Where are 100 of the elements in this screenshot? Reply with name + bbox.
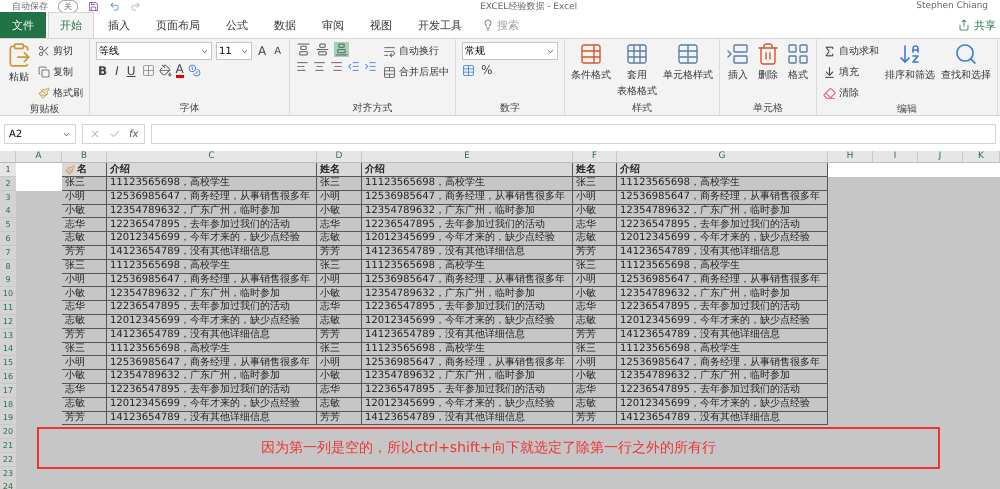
row-header[interactable]: 1 [0, 163, 16, 177]
style-button[interactable]: 套用 表格格式 [617, 42, 658, 98]
grid-icon [786, 42, 810, 66]
cell-text: 张三 [65, 260, 85, 272]
row-header[interactable]: 17 [0, 384, 16, 398]
vertical-align-button[interactable] [296, 42, 312, 57]
ribbon-tab[interactable]: 数据 [262, 12, 308, 38]
copy-button[interactable]: 复制 [38, 63, 83, 81]
cell-text: 14123654789，没有其他详细信息 [110, 246, 270, 258]
font-size-dropdown[interactable]: 11 [216, 42, 252, 60]
user-name: Stephen Chiang [916, 1, 988, 11]
name-box[interactable]: A2 [4, 124, 76, 144]
format-painter-button[interactable]: 格式刷 [38, 84, 83, 102]
row-header[interactable]: 7 [0, 246, 16, 260]
cell-text: 芳芳 [576, 412, 596, 424]
column-header[interactable]: H [828, 151, 873, 163]
ribbon-tab[interactable]: 公式 [214, 12, 260, 38]
cell-text: 小敏 [65, 288, 85, 300]
row-header[interactable]: 14 [0, 342, 16, 356]
cut-button[interactable]: 剪切 [38, 42, 83, 60]
cell-text: 志华 [576, 384, 596, 396]
editing-button[interactable]: 查找和选择 [941, 42, 992, 82]
row-header[interactable]: 16 [0, 370, 16, 384]
cell-text: 12536985647，商务经理，从事销售很多年 [620, 356, 820, 369]
formula-input[interactable] [151, 124, 996, 144]
row-header[interactable]: 11 [0, 300, 16, 315]
row-header[interactable]: 3 [0, 190, 16, 205]
paste-button[interactable]: 粘贴 [6, 42, 32, 84]
percent-button[interactable]: % [479, 63, 494, 77]
row-header[interactable]: 12 [0, 314, 16, 329]
column-header[interactable]: C [107, 151, 317, 163]
column-header[interactable]: J [918, 151, 963, 163]
cells-button[interactable]: 插入 [726, 42, 750, 82]
number-format-dropdown[interactable]: 常规 [462, 42, 558, 60]
column-header[interactable]: E [362, 151, 573, 163]
cell-text: 小敏 [65, 370, 85, 382]
ribbon-tab[interactable]: 页面布局 [144, 12, 212, 38]
grow-font-button[interactable]: A [256, 44, 268, 58]
font-name-dropdown[interactable]: 等线 [96, 42, 212, 60]
annotation-box: 因为第一列是空的，所以ctrl+shift+向下就选定了除第一行之外的所有行 [37, 427, 940, 469]
editing-button[interactable]: 自动求和 [823, 42, 880, 60]
row-header[interactable]: 20 [0, 425, 16, 440]
column-header[interactable]: A [16, 151, 62, 163]
ribbon-tab[interactable]: 视图 [358, 12, 404, 38]
row-header[interactable]: 5 [0, 218, 16, 232]
cell-text: 12236547895，去年参加过我们的活动 [110, 218, 290, 231]
shrink-font-button[interactable]: A [272, 46, 284, 56]
ribbon-tab[interactable]: 插入 [96, 12, 142, 38]
row-header[interactable]: 13 [0, 328, 16, 343]
column-header[interactable]: F [573, 151, 617, 163]
wrap-text-button[interactable]: 自动换行 [383, 42, 450, 60]
row-header[interactable]: 4 [0, 204, 16, 218]
share-button[interactable]: 共享 [958, 12, 1000, 38]
column-header[interactable]: G [617, 151, 828, 163]
row-header[interactable]: 21 [0, 438, 16, 453]
ribbon-tab[interactable]: 文件 [0, 12, 46, 38]
align-center-icon [313, 60, 326, 73]
column-header[interactable]: I [873, 151, 918, 163]
column-header[interactable]: K [963, 151, 1000, 163]
ribbon-tab[interactable]: 开始 [48, 12, 94, 38]
eraser-icon [823, 86, 836, 100]
style-button[interactable]: 单元格样式 [663, 42, 714, 82]
cell-text: 小敏 [576, 204, 596, 217]
ribbon-tab[interactable]: 审阅 [310, 12, 356, 38]
editing-button[interactable]: 清除 [823, 84, 880, 102]
cells-button[interactable]: 格式 [786, 42, 810, 82]
column-header[interactable]: B [62, 151, 107, 163]
row-header[interactable]: 9 [0, 273, 16, 288]
row-header[interactable]: 10 [0, 287, 16, 302]
row-header[interactable]: 19 [0, 411, 16, 426]
cell-text: 小明 [65, 274, 85, 286]
row-header[interactable]: 23 [0, 466, 16, 481]
style-button[interactable]: 条件格式 [571, 42, 612, 82]
cell-text: 志敏 [65, 315, 85, 328]
cell-text: 12012345699，今年才来的，缺少点经验 [620, 315, 810, 328]
merge-center-button[interactable]: 合并后居中 [383, 63, 450, 81]
row-header[interactable]: 18 [0, 398, 16, 412]
editing-button[interactable]: 排序和筛选 [885, 42, 936, 82]
row-header[interactable]: 8 [0, 260, 16, 274]
cell-text: 小明 [320, 274, 340, 286]
font-color-button[interactable]: A [176, 63, 184, 78]
text-style-button[interactable]: B [96, 64, 110, 78]
vertical-align-button[interactable] [315, 42, 330, 57]
ribbon-tab[interactable]: 开发工具 [406, 12, 474, 38]
vertical-align-button[interactable] [334, 42, 350, 57]
row-header[interactable]: 24 [0, 480, 16, 489]
group-label: 剪贴板 [28, 102, 60, 116]
text-style-button[interactable]: I [113, 64, 121, 78]
row-header[interactable]: 22 [0, 452, 16, 467]
editing-button[interactable]: 填充 [823, 63, 880, 81]
cell-text: 14123654789，没有其他详细信息 [110, 329, 270, 342]
row-header[interactable]: 6 [0, 232, 16, 246]
row-header[interactable]: 2 [0, 176, 16, 191]
insert-function-button[interactable]: fx [129, 128, 138, 140]
align-right-icon [330, 60, 344, 73]
cancel-icon [89, 128, 101, 140]
text-style-button[interactable]: U [124, 64, 138, 78]
row-header[interactable]: 15 [0, 356, 16, 370]
cells-button[interactable]: 删除 [756, 42, 780, 82]
column-header[interactable]: D [317, 151, 362, 163]
